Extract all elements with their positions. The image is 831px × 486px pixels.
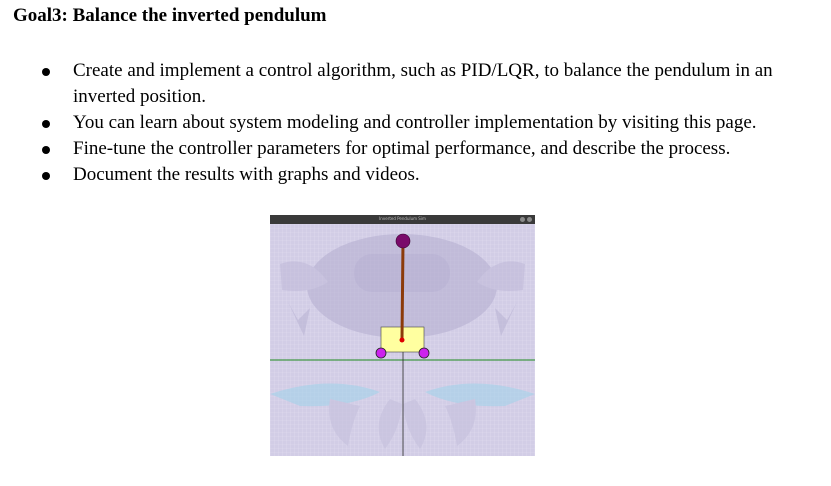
pendulum-rod [400, 241, 405, 340]
close-icon[interactable] [527, 217, 532, 222]
window-controls [520, 217, 532, 222]
pivot-point [399, 337, 405, 343]
bullet-text: You can learn about system modeling and … [73, 112, 757, 133]
pendulum-bob [395, 233, 411, 249]
bullet-text: Document the results with graphs and vid… [73, 164, 420, 185]
list-item: Document the results with graphs and vid… [42, 162, 812, 188]
cart-wheel-right [418, 347, 430, 359]
bullet-text: Create and implement a control algorithm… [73, 60, 773, 107]
bullet-dot-icon [42, 172, 50, 180]
list-item: Create and implement a control algorithm… [42, 58, 812, 110]
bullet-dot-icon [42, 146, 50, 154]
goal-heading: Goal3: Balance the inverted pendulum [13, 5, 327, 26]
bullet-text: Fine-tune the controller parameters for … [73, 138, 731, 159]
bullet-dot-icon [42, 68, 50, 76]
list-item: You can learn about system modeling and … [42, 110, 812, 136]
list-item: Fine-tune the controller parameters for … [42, 136, 812, 162]
simulator-canvas [270, 224, 535, 456]
simulator-window: Inverted Pendulum Sim [270, 215, 535, 456]
goal-bullet-list: Create and implement a control algorithm… [42, 58, 812, 188]
cart-wheel-left [375, 347, 387, 359]
minimize-icon[interactable] [520, 217, 525, 222]
simulator-window-title: Inverted Pendulum Sim [379, 216, 426, 221]
bullet-dot-icon [42, 120, 50, 128]
simulator-titlebar[interactable]: Inverted Pendulum Sim [270, 215, 535, 224]
